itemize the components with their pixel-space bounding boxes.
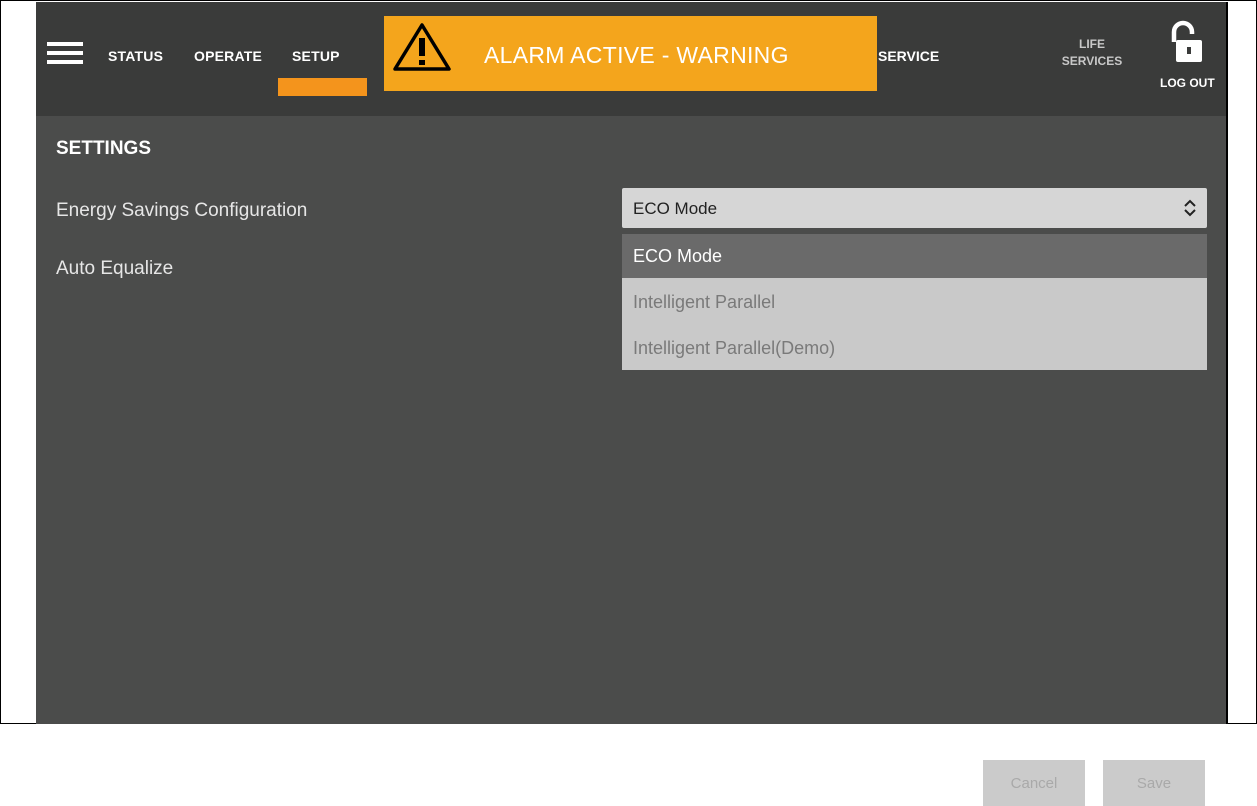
header-divider <box>36 96 1226 116</box>
hamburger-icon[interactable] <box>47 42 83 64</box>
save-button[interactable]: Save <box>1103 760 1205 806</box>
screen: STATUS OPERATE SETUP ALARM ACTIVE - WARN… <box>36 2 1228 806</box>
tab-status[interactable]: STATUS <box>108 48 163 64</box>
option-intelligent-parallel[interactable]: Intelligent Parallel <box>622 280 1207 324</box>
alarm-text: ALARM ACTIVE - WARNING <box>484 42 789 68</box>
top-navigation-bar: STATUS OPERATE SETUP ALARM ACTIVE - WARN… <box>36 2 1226 96</box>
unlocked-padlock-icon[interactable] <box>1170 20 1204 66</box>
logout-label[interactable]: LOG OUT <box>1160 76 1215 90</box>
energy-savings-select[interactable]: ECO Mode <box>622 188 1207 228</box>
settings-panel: SETTINGS Energy Savings Configuration Au… <box>44 118 1218 806</box>
page-title: SETTINGS <box>56 138 152 159</box>
life-services-line1: LIFE <box>1079 37 1105 51</box>
select-value: ECO Mode <box>633 199 718 218</box>
cancel-button[interactable]: Cancel <box>983 760 1085 806</box>
option-eco-mode[interactable]: ECO Mode <box>622 234 1207 278</box>
auto-equalize-label: Auto Equalize <box>56 258 174 279</box>
option-intelligent-parallel-demo[interactable]: Intelligent Parallel(Demo) <box>622 326 1207 370</box>
tab-service[interactable]: SERVICE <box>878 48 939 64</box>
tab-operate[interactable]: OPERATE <box>194 48 262 64</box>
life-services-button[interactable]: LIFE SERVICES <box>1052 36 1132 70</box>
energy-savings-dropdown: ECO Mode Intelligent Parallel Intelligen… <box>622 234 1207 370</box>
active-tab-indicator <box>278 78 367 96</box>
option-label: Intelligent Parallel(Demo) <box>633 338 836 358</box>
select-arrows-icon <box>1184 199 1196 217</box>
option-label: ECO Mode <box>633 246 723 266</box>
tab-setup[interactable]: SETUP <box>292 48 340 64</box>
life-services-line2: SERVICES <box>1061 54 1123 68</box>
alarm-banner[interactable]: ALARM ACTIVE - WARNING <box>384 16 877 91</box>
warning-icon <box>393 23 451 71</box>
energy-savings-label: Energy Savings Configuration <box>56 200 308 221</box>
option-label: Intelligent Parallel <box>633 292 776 312</box>
